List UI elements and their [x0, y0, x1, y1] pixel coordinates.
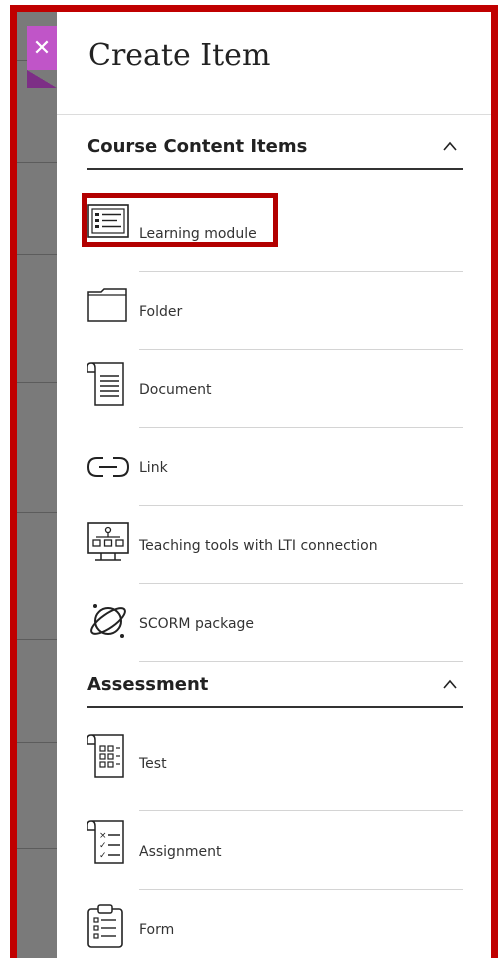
close-icon: ✕	[32, 35, 52, 60]
frame-right-edge	[491, 12, 498, 958]
learning-module-icon	[87, 204, 129, 244]
svg-text:×: ×	[99, 831, 107, 841]
divider	[139, 661, 463, 662]
assignment-icon: × ✓ ✓	[87, 820, 127, 864]
panel-header: Create Item	[57, 12, 491, 115]
link-icon	[87, 456, 129, 496]
document-icon	[87, 362, 127, 406]
test-icon	[87, 734, 127, 778]
section-assessment[interactable]: Assessment	[87, 670, 463, 708]
page-title: Create Item	[88, 38, 271, 73]
item-label: SCORM package	[139, 616, 255, 632]
item-label: Teaching tools with LTI connection	[139, 538, 378, 554]
close-panel-button[interactable]: ✕	[27, 26, 57, 70]
scorm-package-icon	[87, 600, 127, 640]
item-label: Learning module	[139, 226, 257, 242]
section-title: Course Content Items	[87, 136, 308, 157]
item-label: Document	[139, 382, 212, 398]
item-learning-module[interactable]: Learning module	[87, 194, 463, 272]
item-label: Test	[139, 756, 167, 772]
item-assignment[interactable]: × ✓ ✓ Assignment	[87, 812, 463, 890]
chevron-up-icon[interactable]	[443, 140, 457, 154]
item-scorm-package[interactable]: SCORM package	[87, 584, 463, 662]
item-label: Form	[139, 922, 175, 938]
svg-text:✓: ✓	[99, 851, 107, 861]
item-lti-tools[interactable]: Teaching tools with LTI connection	[87, 506, 463, 584]
item-label: Assignment	[139, 844, 222, 860]
dimmed-course-page	[17, 12, 57, 958]
item-form[interactable]: Form	[87, 890, 463, 958]
form-icon	[87, 904, 127, 948]
item-document[interactable]: Document	[87, 350, 463, 428]
folder-icon	[87, 288, 127, 328]
svg-text:✓: ✓	[99, 841, 107, 851]
item-test[interactable]: Test	[87, 722, 463, 811]
divider	[139, 810, 463, 811]
chevron-up-icon[interactable]	[443, 678, 457, 692]
item-label: Link	[139, 460, 168, 476]
create-item-panel: Create Item Course Content Items Learnin…	[57, 12, 491, 958]
lti-tools-icon	[87, 522, 129, 562]
item-link[interactable]: Link	[87, 428, 463, 506]
item-folder[interactable]: Folder	[87, 272, 463, 350]
section-course-content-items[interactable]: Course Content Items	[87, 132, 463, 170]
close-tab-fold	[27, 70, 57, 88]
item-label: Folder	[139, 304, 183, 320]
section-title: Assessment	[87, 674, 209, 695]
